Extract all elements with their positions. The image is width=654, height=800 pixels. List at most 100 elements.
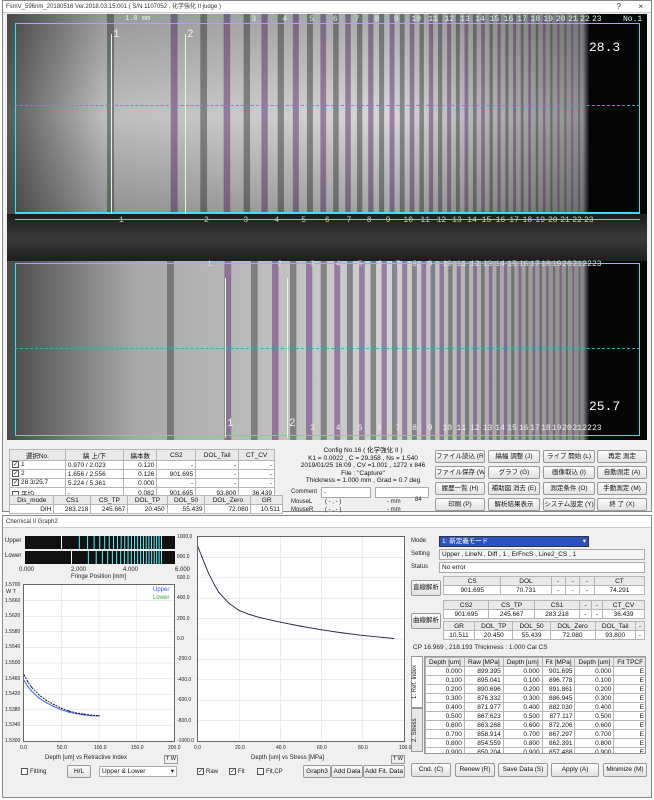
fitcp-checkbox[interactable]: Fit,CP — [257, 768, 283, 775]
upper-roi-box[interactable] — [15, 23, 640, 213]
data-row[interactable]: 0.700 858.914 0.700 867.297 0.700 E — [425, 729, 645, 739]
stats-row[interactable]: ✓ 28.3/25.7 5.224 / 5.361 0.000- - - — [9, 478, 275, 488]
action-button[interactable]: 補助図 消去 (E) — [488, 482, 540, 495]
lower-marker-line-1[interactable] — [225, 278, 226, 438]
action-button[interactable]: 手動測定 (M) — [597, 482, 647, 495]
data-cell: 0.200 — [425, 684, 465, 694]
graph3-button[interactable]: Graph3 — [303, 765, 331, 778]
fringe-image-pane[interactable]: 1.0 mm No.1 28.3 25.7 1 2 1 2 3 4 5 6 7 8 9 10 1… — [7, 14, 647, 440]
add-fit-data-button[interactable]: Add Fit. Data — [363, 765, 405, 778]
help-icon[interactable]: ? — [617, 1, 621, 13]
data-row[interactable]: 0.800 854.559 0.800 862.391 0.800 E — [425, 738, 645, 748]
action-button[interactable]: 縞幅 調整 (J) — [488, 450, 540, 463]
data-row[interactable]: 0.400 871.977 0.400 882.030 0.400 E — [425, 702, 645, 712]
action-button[interactable]: 終 了 (X) — [597, 498, 647, 511]
action-button[interactable]: 履歴一覧 (H) — [435, 482, 485, 495]
action-button[interactable]: 画像取込 (I) — [543, 466, 595, 479]
data-header-cell: Fit [MPa] — [541, 657, 576, 667]
index-plot-wt[interactable]: W T — [6, 589, 16, 595]
data-point — [53, 706, 55, 708]
data-point — [238, 609, 240, 612]
strip-upper-line — [112, 536, 114, 549]
summary-header-cell: DOL_50 — [166, 495, 206, 505]
data-cell: 0.000 — [425, 666, 465, 676]
bottom-action-button[interactable]: Save Data (S) — [498, 763, 548, 777]
mouse-l-unit: - mm — [387, 499, 401, 505]
tab-ref-index[interactable]: 1. Ref. Index — [411, 656, 423, 708]
data-cell: 0.700 — [425, 729, 465, 739]
action-button[interactable]: システム設定 (Y) — [543, 498, 595, 511]
config-info: Config No.16 ( 化学強化 II ) K1 = 0.0022 , C… — [293, 447, 433, 485]
action-button[interactable]: ライブ 開始 (L) — [543, 450, 595, 463]
mode-select[interactable]: 1: 新定義モード ▾ — [439, 536, 589, 547]
strip-lower-line — [127, 551, 129, 564]
index-plot-svg — [23, 585, 174, 741]
bottom-action-button[interactable]: Renew (R) — [455, 763, 495, 777]
lower-fringe-number-bottom: 16 — [518, 424, 529, 433]
stress-plot-xtick: 100.0 — [399, 745, 412, 751]
data-table-container[interactable]: Depth [um] Raw [MPa] Depth [um] Fit [MPa] De… — [424, 656, 646, 754]
straight-header-cell: - — [564, 576, 581, 586]
action-button[interactable]: 測定条件 (O) — [543, 482, 595, 495]
action-button[interactable]: 再定 測定 — [597, 450, 647, 463]
curve1-cell: 36.439 — [602, 609, 645, 619]
bottom-action-button[interactable]: Apply (A) — [551, 763, 599, 777]
action-button[interactable]: ファイル保存 (W) — [435, 466, 485, 479]
data-point — [75, 712, 78, 714]
lower-marker-line-2[interactable] — [287, 278, 288, 438]
row-checkbox[interactable]: ✓ — [12, 461, 19, 469]
stress-plot-xtick: 40.0 — [276, 745, 286, 751]
mid-fringe-number: 7 — [346, 216, 352, 225]
row-checkbox[interactable]: ✓ — [12, 470, 19, 478]
series-select[interactable]: Upper & Lower ▾ — [99, 766, 177, 777]
data-row[interactable]: 0.300 876.332 0.300 886.945 0.300 E — [425, 693, 645, 703]
lower-roi-box[interactable] — [15, 263, 640, 436]
action-button[interactable]: 自動測定 (A) — [597, 466, 647, 479]
strip-lower-line — [130, 551, 132, 564]
curve-analysis-button[interactable]: 曲線解析 — [411, 613, 441, 629]
data-row[interactable]: 0.600 863.268 0.600 872.206 0.600 E — [425, 720, 645, 730]
stress-plot-tw-toggle[interactable]: T W — [391, 755, 405, 764]
stats-row[interactable]: ✓ 2 1.656 / 2.556 0.126 901.695- - — [9, 469, 275, 479]
upper-fringe-number: 14 — [475, 15, 485, 24]
summary-header-cell: DOL_Zero — [204, 495, 252, 505]
data-cell: 0.600 — [425, 720, 465, 730]
hl-button[interactable]: H/L — [67, 765, 91, 778]
tab-stress[interactable]: 2. Stress — [411, 708, 423, 752]
action-button[interactable]: 解析結果表示 — [488, 498, 540, 511]
close-icon[interactable]: × — [638, 1, 643, 13]
action-button[interactable]: グラフ (G) — [488, 466, 540, 479]
comment-input[interactable]: - — [321, 487, 371, 498]
index-plot[interactable] — [23, 584, 175, 742]
fit-checkbox[interactable]: ✓ Fit — [229, 768, 245, 775]
data-row[interactable]: 0.200 890.696 0.200 891.861 0.200 E — [425, 684, 645, 694]
curve2-cell: 93.800 — [594, 630, 636, 640]
upper-fringe-number: 18 — [530, 15, 541, 24]
curve2-cell: 20.450 — [473, 630, 514, 640]
data-cell: 0.600 — [574, 720, 615, 730]
fitting-checkbox[interactable]: Fitting — [21, 768, 46, 775]
raw-checkbox[interactable]: ✓ Raw — [197, 768, 218, 775]
upper-marker-line-1[interactable] — [111, 34, 112, 214]
strip-lower-line — [123, 551, 125, 564]
lower-fringe-number-bottom: 11 — [456, 424, 467, 433]
data-row[interactable]: 0.900 850.204 0.900 857.488 0.900 E — [425, 747, 645, 753]
action-button[interactable]: 印刷 (P) — [435, 498, 485, 511]
data-point — [53, 704, 55, 706]
data-row[interactable]: 0.000 899.395 0.000 901.695 0.000 E — [425, 666, 645, 676]
mouse-l-value: ( - , - ) — [325, 499, 342, 505]
strip-lower-line — [148, 551, 150, 564]
upper-marker-line-2[interactable] — [185, 34, 186, 214]
add-data-button[interactable]: Add Data — [331, 765, 363, 778]
straight-analysis-button[interactable]: 直線解析 — [411, 580, 441, 596]
stats-row[interactable]: ✓ 1 0.970 / 2.023 0.120- - - — [9, 460, 275, 470]
bottom-action-button[interactable]: Minimize (M) — [603, 763, 647, 777]
data-row[interactable]: 0.100 895.041 0.100 896.778 0.100 E — [425, 675, 645, 685]
stress-plot[interactable] — [197, 536, 405, 742]
row-checkbox[interactable]: ✓ — [12, 479, 19, 487]
data-row[interactable]: 0.500 867.623 0.500 877.117 0.500 E — [425, 711, 645, 721]
bottom-action-button[interactable]: Cnd. (C) — [411, 763, 451, 777]
index-plot-tw-toggle[interactable]: T W — [164, 755, 178, 764]
action-button[interactable]: ファイル読込 (R) — [435, 450, 485, 463]
upper-marker-label-1: 1 — [113, 29, 120, 41]
